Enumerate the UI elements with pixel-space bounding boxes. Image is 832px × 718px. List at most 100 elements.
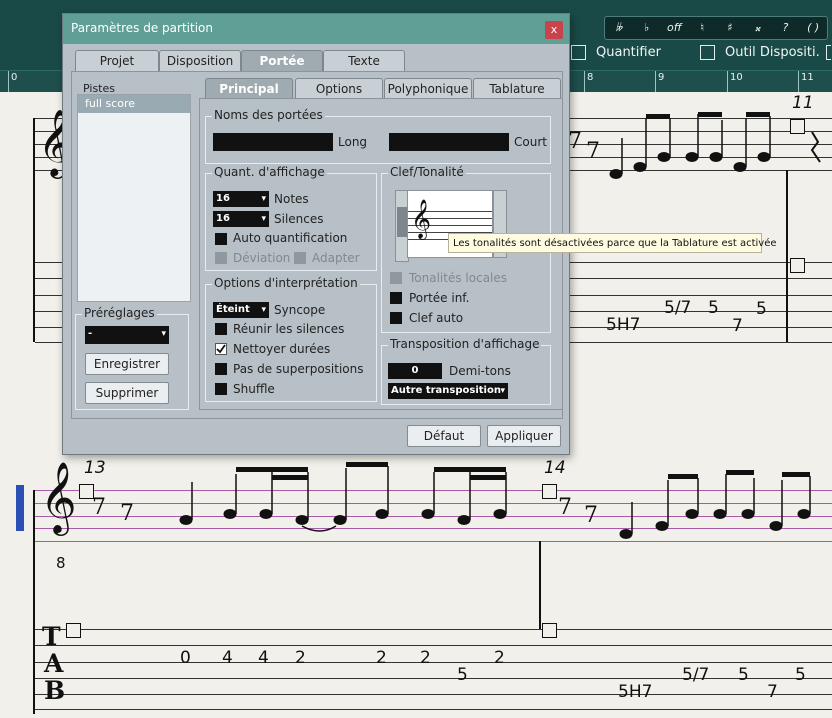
notes-system2[interactable]: 7 7 7 7: [80, 462, 832, 562]
presets-select[interactable]: -: [85, 326, 169, 344]
double-sharp-button[interactable]: 𝄪: [744, 17, 772, 39]
selected-staff-marker[interactable]: [16, 485, 24, 531]
ruler-number: 10: [730, 72, 743, 83]
subtab-options[interactable]: Options: [295, 78, 383, 99]
ruler-number: 0: [11, 72, 18, 83]
tab-letter: A: [44, 649, 64, 678]
quantify-checkbox[interactable]: [571, 45, 586, 60]
tracks-list[interactable]: full score: [77, 94, 191, 302]
tab-text[interactable]: Texte: [323, 50, 405, 71]
svg-text:7: 7: [568, 129, 582, 154]
treble-clef-icon: 𝄞: [411, 199, 432, 239]
clean-durations-checkbox[interactable]: [215, 343, 227, 355]
auto-clef-checkbox[interactable]: [390, 312, 402, 324]
merge-rests-checkbox[interactable]: [215, 323, 227, 335]
tool-label: Outil Dispositi.: [725, 45, 820, 60]
quantify-label: Quantifier: [596, 45, 661, 60]
clef-key-label: Clef/Tonalité: [388, 165, 466, 179]
rests-label: Silences: [274, 212, 324, 226]
deviation-checkbox[interactable]: [215, 252, 227, 264]
adapt-label: Adapter: [312, 251, 360, 265]
ruler-number: 11: [801, 72, 814, 83]
tab-number[interactable]: 4: [258, 648, 269, 668]
tab-number[interactable]: 4: [222, 648, 233, 668]
ruler-number: 8: [587, 72, 594, 83]
interpretation-label: Options d'interprétation: [212, 276, 360, 290]
tab-number[interactable]: 7: [767, 682, 778, 702]
auto-quant-checkbox[interactable]: [215, 233, 227, 245]
lower-staff-label: Portée inf.: [409, 291, 470, 305]
notes-system1[interactable]: 7 7: [560, 92, 832, 192]
tab-number[interactable]: 5: [457, 665, 468, 685]
tab-number[interactable]: 2: [420, 648, 431, 668]
question-button[interactable]: ?: [772, 17, 800, 39]
measure-handle[interactable]: [790, 258, 805, 273]
shuffle-label: Shuffle: [233, 382, 275, 396]
flat-button[interactable]: ♭: [633, 17, 661, 39]
tab-number[interactable]: 5H7: [606, 315, 640, 335]
sharp-button[interactable]: ♯: [716, 17, 744, 39]
deviation-label: Déviation: [233, 251, 291, 265]
list-item[interactable]: full score: [78, 95, 190, 113]
notes-select[interactable]: 16: [213, 191, 269, 207]
tab-number[interactable]: 7: [732, 316, 743, 336]
tab-letter: T: [42, 622, 61, 651]
default-button[interactable]: Défaut: [407, 425, 481, 447]
measure-handle[interactable]: [66, 623, 81, 638]
ruler-number: 9: [658, 72, 665, 83]
long-name-label: Long: [338, 135, 368, 149]
tab-number[interactable]: 2: [494, 648, 505, 668]
adapt-checkbox[interactable]: [294, 252, 306, 264]
transposition-label: Transposition d'affichage: [388, 337, 542, 351]
syncope-select[interactable]: Éteint: [213, 302, 269, 318]
tab-number[interactable]: 5: [738, 665, 749, 685]
tab-number[interactable]: 0: [180, 648, 191, 668]
save-preset-button[interactable]: Enregistrer: [85, 353, 169, 375]
long-name-input[interactable]: [213, 133, 333, 151]
staff-names-label: Noms des portées: [212, 108, 325, 122]
accidentals-toolbar: 𝄫 ♭ off ♮ ♯ 𝄪 ? ( ): [604, 16, 828, 40]
measure-handle[interactable]: [542, 623, 557, 638]
check-icon: [216, 344, 226, 354]
tab-number[interactable]: 5/7: [664, 298, 691, 318]
local-keys-checkbox[interactable]: [390, 272, 402, 284]
tab-number[interactable]: 5: [756, 299, 767, 319]
display-quant-label: Quant. d'affichage: [212, 165, 327, 179]
subtab-main[interactable]: Principal: [205, 78, 293, 99]
no-overlaps-checkbox[interactable]: [215, 363, 227, 375]
apply-button[interactable]: Appliquer: [487, 425, 561, 447]
off-button[interactable]: off: [661, 17, 689, 39]
rests-select[interactable]: 16: [213, 211, 269, 227]
transposition-select[interactable]: Autre transposition: [388, 383, 508, 399]
short-name-input[interactable]: [389, 133, 509, 151]
merge-rests-label: Réunir les silences: [233, 322, 345, 336]
tab-layout[interactable]: Disposition: [159, 50, 241, 71]
svg-text:7: 7: [584, 503, 598, 528]
tab-number[interactable]: 5: [708, 298, 719, 318]
subtab-polyphonic[interactable]: Polyphonique: [384, 78, 472, 99]
natural-button[interactable]: ♮: [688, 17, 716, 39]
extra-checkbox[interactable]: [826, 45, 831, 60]
dialog-titlebar[interactable]: Paramètres de partition x: [63, 14, 569, 44]
shuffle-checkbox[interactable]: [215, 383, 227, 395]
tab-number[interactable]: 2: [376, 648, 387, 668]
short-name-label: Court: [514, 135, 547, 149]
semitones-stepper[interactable]: 0: [388, 363, 442, 379]
delete-preset-button[interactable]: Supprimer: [85, 382, 169, 404]
tool-checkbox[interactable]: [700, 45, 715, 60]
tab-number[interactable]: 5/7: [682, 665, 709, 685]
subtab-tablature[interactable]: Tablature: [473, 78, 561, 99]
tab-number[interactable]: 2: [295, 648, 306, 668]
tab-staff[interactable]: Portée: [241, 50, 323, 71]
svg-text:7: 7: [558, 495, 572, 520]
double-flat-button[interactable]: 𝄫: [605, 17, 633, 39]
svg-text:7: 7: [92, 495, 106, 520]
parentheses-button[interactable]: ( ): [799, 17, 827, 39]
tab-number[interactable]: 5H7: [618, 682, 652, 702]
treble-clef-icon: 𝄞: [40, 460, 77, 533]
tab-project[interactable]: Projet: [75, 50, 159, 71]
close-icon[interactable]: x: [545, 21, 563, 39]
dialog-title: Paramètres de partition: [71, 21, 213, 35]
lower-staff-checkbox[interactable]: [390, 292, 402, 304]
tab-number[interactable]: 5: [795, 665, 806, 685]
